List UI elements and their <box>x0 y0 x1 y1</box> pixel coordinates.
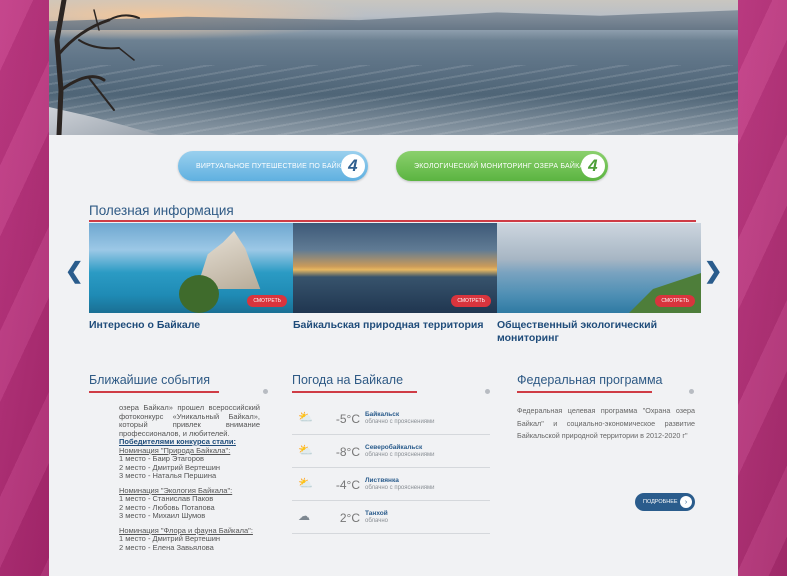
page: Виртуальное путешествие по Байкалу 4 Эко… <box>49 0 738 576</box>
see-button[interactable]: смотреть <box>247 295 287 307</box>
chevron-left-icon[interactable]: ❮ <box>65 258 83 284</box>
title-underline <box>89 220 696 222</box>
more-label: подробнее <box>643 499 678 505</box>
card-image-shaman-rock[interactable]: смотреть <box>89 223 293 313</box>
events-title-underline <box>89 391 219 393</box>
cloud-icon: ☁ <box>298 509 310 523</box>
weather-title: Погода на Байкале <box>292 373 404 387</box>
weather-row-tankhoy: ☁ 2°C Танхой облачно <box>292 501 490 534</box>
weather-city[interactable]: Северобайкальск <box>365 444 422 451</box>
federal-title: Федеральная программа <box>517 373 663 387</box>
weather-row-severobaikalsk: ⛅ -8°C Северобайкальск облачно с проясне… <box>292 435 490 468</box>
card-image-lake-shore[interactable]: смотреть <box>497 223 701 313</box>
weather-desc: облачно с прояснениями <box>365 419 435 425</box>
hero-banner-lake-image <box>49 0 738 135</box>
weather-temp: -4°C <box>335 478 360 492</box>
virtual-tour-button[interactable]: Виртуальное путешествие по Байкалу 4 <box>178 151 368 181</box>
nomination-line: 3 место - Наталья Першина <box>119 471 217 480</box>
weather-city[interactable]: Танхой <box>365 510 388 517</box>
federal-dot <box>689 389 694 394</box>
weather-row-listvyanka: ⛅ -4°C Листвянка облачно с прояснениями <box>292 468 490 501</box>
events-text: озера Байкал» прошел всероссийский фоток… <box>119 403 260 552</box>
weather-desc: облачно с прояснениями <box>365 485 435 491</box>
weather-dot <box>485 389 490 394</box>
weather-city[interactable]: Листвянка <box>365 477 399 484</box>
useful-info-title: Полезная информация <box>89 203 234 218</box>
events-title: Ближайшие события <box>89 373 211 387</box>
events-dot <box>263 389 268 394</box>
partly-cloudy-icon: ⛅ <box>298 476 313 490</box>
number-four-icon: 4 <box>341 154 365 178</box>
weather-desc: облачно <box>365 518 388 524</box>
weather-row-baikalsk: ⛅ -5°C Байкальск облачно с прояснениями <box>292 402 490 435</box>
weather-city[interactable]: Байкальск <box>365 411 399 418</box>
eco-monitoring-button[interactable]: Экологический мониторинг озера Байкал 4 <box>396 151 608 181</box>
federal-program-text: Федеральная целевая программа "Охрана оз… <box>517 406 695 440</box>
info-card-natural-territory[interactable]: смотреть Байкальская природная территори… <box>293 223 497 332</box>
more-button[interactable]: подробнее › <box>635 493 695 511</box>
nomination-line: 2 место - Елена Завьялова <box>119 542 214 552</box>
weather-title-underline <box>292 391 417 393</box>
weather-temp: -8°C <box>335 445 360 459</box>
card-image-sunset-lake[interactable]: смотреть <box>293 223 497 313</box>
federal-title-underline <box>517 391 652 393</box>
number-four-icon: 4 <box>581 154 605 178</box>
see-button[interactable]: смотреть <box>451 295 491 307</box>
weather-list: ⛅ -5°C Байкальск облачно с прояснениями … <box>292 402 490 534</box>
eco-monitoring-label: Экологический мониторинг озера Байкал <box>414 162 590 170</box>
partly-cloudy-icon: ⛅ <box>298 410 313 424</box>
nomination-line: 3 место - Михаил Шумов <box>119 511 206 520</box>
tree-silhouette <box>54 0 140 135</box>
see-button[interactable]: смотреть <box>655 295 695 307</box>
weather-temp: 2°C <box>339 511 360 525</box>
arrow-right-icon: › <box>680 496 692 508</box>
weather-temp: -5°C <box>335 412 360 426</box>
events-intro: озера Байкал» прошел всероссийский фоток… <box>119 403 260 438</box>
card-label[interactable]: Общественный экологический мониторинг <box>497 319 701 345</box>
partly-cloudy-icon: ⛅ <box>298 443 313 457</box>
card-label[interactable]: Байкальская природная территория <box>293 319 497 332</box>
chevron-right-icon[interactable]: ❯ <box>704 258 722 284</box>
info-card-interesting[interactable]: смотреть Интересно о Байкале <box>89 223 293 332</box>
info-card-eco-monitoring[interactable]: смотреть Общественный экологический мони… <box>497 223 701 345</box>
weather-desc: облачно с прояснениями <box>365 452 435 458</box>
virtual-tour-label: Виртуальное путешествие по Байкалу <box>196 162 356 170</box>
card-label[interactable]: Интересно о Байкале <box>89 319 293 332</box>
